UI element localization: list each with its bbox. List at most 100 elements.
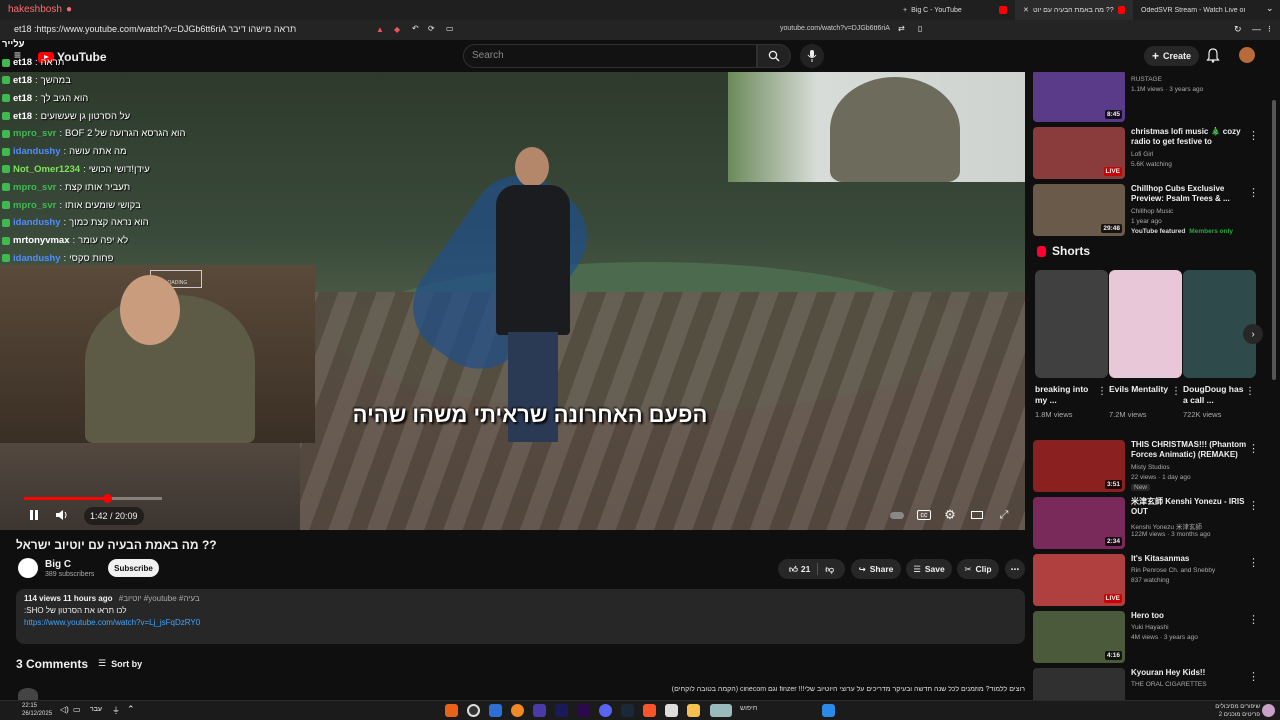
obs-icon[interactable] [467, 704, 480, 717]
channel-name[interactable]: Kenshi Yonezu 米津玄師 [1131, 521, 1202, 531]
more-vert-icon[interactable]: ⋮ [1248, 186, 1259, 199]
more-vert-icon[interactable]: ⋮ [1248, 613, 1259, 626]
share-button[interactable]: ↪ Share [851, 559, 901, 579]
short-thumbnail[interactable] [1109, 270, 1182, 378]
recommended-video[interactable]: LIVE It's Kitasanmas Rin Penrose Ch. and S… [1033, 554, 1269, 608]
tab-current-video[interactable]: ✕ ?? מה באמת הבעיה עם יוטיוב [1015, 0, 1133, 20]
blender-icon[interactable] [511, 704, 524, 717]
video-title[interactable]: 米津玄師 Kenshi Yonezu - IRIS OUT [1131, 497, 1249, 517]
bookmark-icon[interactable]: ▯ [918, 24, 922, 33]
tab-odedsvr[interactable]: OdedSVR Stream - Watch Live on [1133, 0, 1253, 20]
app-orange-icon[interactable] [445, 704, 458, 717]
more-actions-button[interactable]: ⋯ [1005, 559, 1025, 579]
steam-icon[interactable] [621, 704, 634, 717]
tab-big-c[interactable]: + Big C - YouTube [895, 0, 1015, 20]
clip-button[interactable]: ✂ Clip [957, 559, 999, 579]
brave-icon[interactable] [643, 704, 656, 717]
shorts-next-arrow-icon[interactable]: › [1243, 324, 1263, 344]
short-thumbnail[interactable] [1183, 270, 1256, 378]
theater-mode-icon[interactable] [970, 507, 984, 523]
video-thumbnail[interactable] [1033, 668, 1125, 700]
progress-scrubber[interactable] [103, 494, 112, 503]
system-clock[interactable]: 22:15 26/12/2025 [22, 702, 52, 718]
notification-avatar-icon[interactable] [1262, 704, 1275, 717]
reload-icon[interactable]: ↻ [1234, 24, 1242, 35]
description-link[interactable]: https://www.youtube.com/watch?v=Lj_jsFqD… [24, 618, 1017, 627]
video-thumbnail[interactable]: LIVE [1033, 127, 1125, 179]
autoplay-toggle[interactable] [889, 507, 905, 523]
more-vert-icon[interactable]: ⋮ [1245, 386, 1255, 397]
search-button[interactable] [757, 44, 791, 68]
discord-icon[interactable] [599, 704, 612, 717]
url-field[interactable]: youtube.com/watch?v=DJGb6tt6riA [780, 25, 890, 32]
extension-icon[interactable]: ◆ [394, 25, 400, 34]
volume-icon[interactable] [55, 507, 69, 523]
video-thumbnail[interactable]: 2:34 [1033, 497, 1125, 549]
recommended-video[interactable]: Kyouran Hey Kids!! THE ORAL CIGARETTES ⋮ [1033, 668, 1269, 700]
save-button[interactable]: ☰ Save [906, 559, 952, 579]
back-icon[interactable]: ↶ [412, 24, 419, 33]
video-title[interactable]: christmas lofi music 🎄 cozy radio to get… [1131, 127, 1249, 147]
notifications-bell-icon[interactable] [1206, 48, 1220, 63]
video-thumbnail[interactable]: 8:45 [1033, 72, 1125, 122]
create-button[interactable]: + Create [1144, 46, 1200, 66]
recommended-video[interactable]: 8:45 RUSTAGE 1.1M views · 3 years ago [1033, 72, 1269, 124]
more-vert-icon[interactable]: ⋮ [1171, 386, 1181, 397]
channel-name[interactable]: THE ORAL CIGARETTES [1131, 681, 1207, 688]
fullscreen-icon[interactable]: ⤢ [997, 507, 1011, 523]
description-box[interactable]: 114 views 11 hours ago #יוטיוב #youtube … [16, 589, 1025, 644]
short-thumbnail[interactable] [1035, 270, 1108, 378]
short-title[interactable]: breaking into my ... [1035, 384, 1097, 406]
channel-name[interactable]: RUSTAGE [1131, 76, 1162, 83]
mic-tray-icon[interactable]: ⏚ [112, 705, 120, 716]
video-title[interactable]: It's Kitasanmas [1131, 554, 1249, 564]
video-title[interactable]: Kyouran Hey Kids!! [1131, 668, 1249, 678]
video-title[interactable]: Chillhop Cubs Exclusive Preview: Psalm T… [1131, 184, 1249, 204]
more-vert-icon[interactable]: ⋮ [1248, 556, 1259, 569]
thumbs-down-icon[interactable]: 👎︎ [825, 564, 834, 575]
chevron-up-icon[interactable]: ⌃ [127, 704, 135, 715]
channel-name[interactable]: Chillhop Music [1131, 208, 1173, 215]
video-title[interactable]: THIS CHRISTMAS!!! (Phantom Forces Animat… [1131, 440, 1249, 460]
menu-dots-icon[interactable]: ⁝ [1268, 24, 1271, 35]
minimize-icon[interactable]: — [1252, 24, 1261, 34]
monitor-icon[interactable]: ▭ [73, 705, 81, 714]
channel-name[interactable]: Yuki Hayashi [1131, 624, 1169, 631]
chevron-down-icon[interactable]: ⌄ [1266, 3, 1274, 14]
file-explorer-icon[interactable] [687, 704, 700, 717]
video-thumbnail[interactable]: LIVE [1033, 554, 1125, 606]
recommended-video[interactable]: 3:51 THIS CHRISTMAS!!! (Phantom Forces An… [1033, 440, 1269, 494]
voice-search-button[interactable] [800, 44, 824, 68]
notification-area[interactable]: שיפורים מסיבולים 2 פריטים מוכנים [1210, 703, 1260, 719]
share-icon[interactable]: ⟳ [428, 24, 435, 33]
video-thumbnail[interactable]: 29:48 [1033, 184, 1125, 236]
subtitles-icon[interactable]: cc [917, 510, 931, 520]
channel-avatar[interactable] [18, 558, 38, 578]
more-vert-icon[interactable]: ⋮ [1248, 499, 1259, 512]
channel-name[interactable]: Big C [45, 559, 71, 570]
like-button[interactable]: 👍︎ 21 [789, 564, 810, 575]
recommended-video[interactable]: 4:16 Hero too Yuki Hayashi 4M views · 3 yea… [1033, 611, 1269, 665]
weather-cloud-icon[interactable] [710, 704, 732, 717]
premiere-icon[interactable] [577, 704, 590, 717]
search-input[interactable]: Search [463, 44, 757, 68]
translate-icon[interactable]: ⇄ [898, 24, 905, 33]
more-vert-icon[interactable]: ⋮ [1097, 386, 1107, 397]
sort-by-button[interactable]: ☰ Sort by [98, 658, 142, 669]
windows-start-icon[interactable] [822, 704, 835, 717]
page-scrollbar[interactable] [1272, 100, 1276, 380]
video-thumbnail[interactable]: 3:51 [1033, 440, 1125, 492]
app-purple-icon[interactable] [533, 704, 546, 717]
recommended-video[interactable]: 29:48 Chillhop Cubs Exclusive Preview: Ps… [1033, 184, 1269, 238]
short-title[interactable]: Evils Mentality [1109, 384, 1171, 395]
video-thumbnail[interactable]: 4:16 [1033, 611, 1125, 663]
after-effects-icon[interactable] [555, 704, 568, 717]
tab-left-area[interactable]: hakeshbosh ● [8, 4, 72, 15]
subscribe-button[interactable]: Subscribe [108, 559, 159, 577]
more-vert-icon[interactable]: ⋮ [1248, 129, 1259, 142]
pause-icon[interactable] [28, 507, 40, 523]
video-title[interactable]: Hero too [1131, 611, 1249, 621]
channel-name[interactable]: Lofi Girl [1131, 151, 1153, 158]
recommended-video[interactable]: LIVE christmas lofi music 🎄 cozy radio to… [1033, 127, 1269, 181]
store-icon[interactable] [665, 704, 678, 717]
